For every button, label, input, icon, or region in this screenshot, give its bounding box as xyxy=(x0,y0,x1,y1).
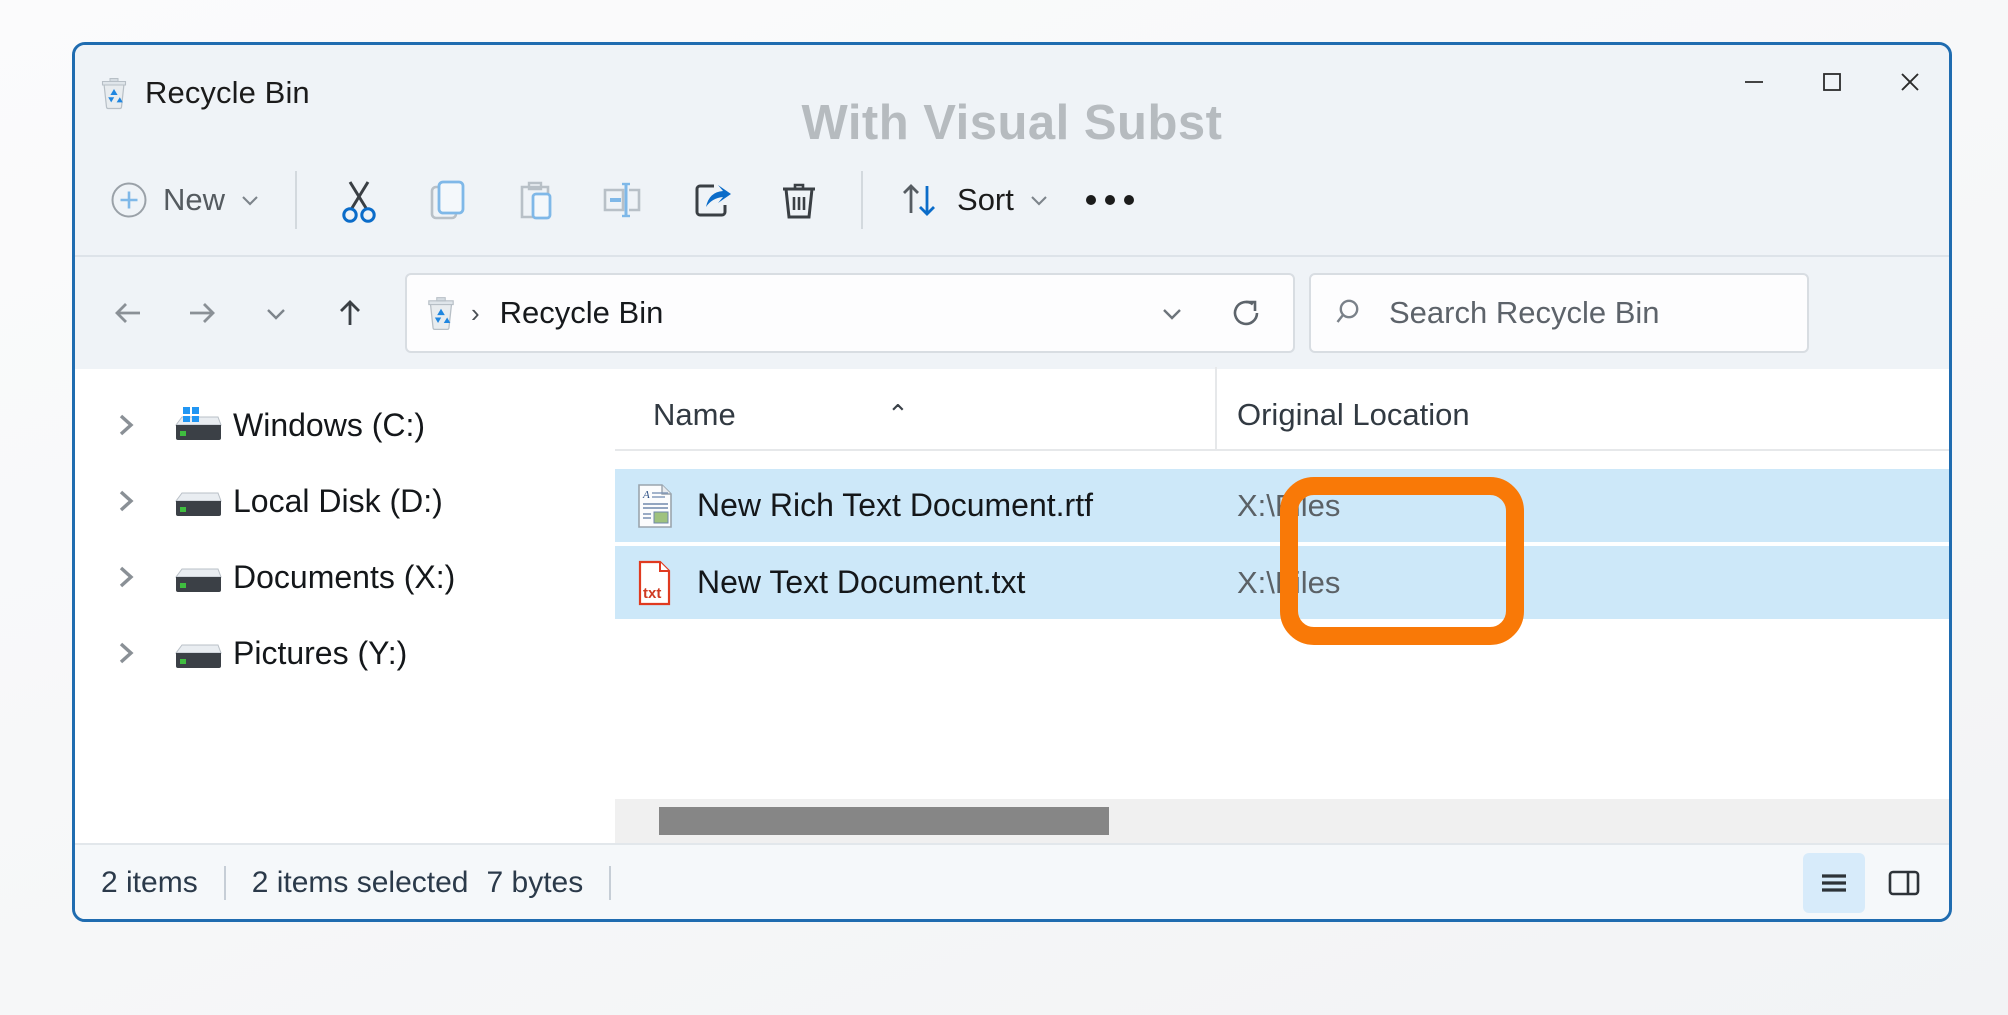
rtf-file-icon: A xyxy=(635,483,675,529)
original-location-cell: X:\Files xyxy=(1237,564,1341,600)
breadcrumb[interactable]: Recycle Bin xyxy=(500,295,664,331)
column-header-original-location-label: Original Location xyxy=(1237,397,1470,432)
sidebar-item-local-disk-d[interactable]: Local Disk (D:) xyxy=(75,463,615,539)
command-bar-divider-2 xyxy=(861,171,864,229)
txt-file-icon: txt xyxy=(635,560,675,606)
trash-icon xyxy=(773,174,825,226)
sidebar-item-windows-c[interactable]: Windows (C:) xyxy=(75,387,615,463)
new-button[interactable]: New xyxy=(93,163,277,237)
navigation-pane: Windows (C:) Local Disk (D:) Documents (… xyxy=(75,369,615,843)
details-view-button[interactable] xyxy=(1803,853,1865,913)
paste-button[interactable] xyxy=(491,163,579,237)
scissors-icon xyxy=(333,174,385,226)
column-header-name[interactable]: Name ⌃ xyxy=(615,397,1215,449)
explorer-body: Windows (C:) Local Disk (D:) Documents (… xyxy=(75,367,1949,843)
column-header-original-location[interactable]: Original Location xyxy=(1215,367,1635,449)
status-bar: 2 items 2 items selected 7 bytes xyxy=(75,843,1949,919)
column-header-name-label: Name xyxy=(653,397,736,432)
status-item-count: 2 items xyxy=(101,866,198,899)
cut-button[interactable] xyxy=(315,163,403,237)
breadcrumb-separator: › xyxy=(471,297,480,328)
window-title: Recycle Bin xyxy=(145,75,310,110)
status-divider-1 xyxy=(223,866,226,900)
rename-icon xyxy=(595,174,651,226)
ellipsis-icon xyxy=(1081,188,1139,212)
command-bar-divider-1 xyxy=(295,171,298,229)
original-location-cell: X:\Files xyxy=(1237,487,1341,523)
sidebar-item-label: Pictures (Y:) xyxy=(233,634,408,671)
recycle-bin-icon xyxy=(97,76,131,110)
drive-windows-icon xyxy=(169,405,225,445)
copy-icon xyxy=(421,174,473,226)
scrollbar-thumb[interactable] xyxy=(659,807,1109,835)
navigation-bar: › Recycle Bin Search Recycle Bin xyxy=(75,257,1949,369)
status-selection-count: 2 items selected xyxy=(251,866,469,899)
sidebar-item-pictures-y[interactable]: Pictures (Y:) xyxy=(75,615,615,691)
refresh-icon[interactable] xyxy=(1209,276,1283,350)
title-bar: Recycle Bin With Visual Subst xyxy=(75,45,1949,150)
see-more-button[interactable] xyxy=(1066,163,1154,237)
search-icon xyxy=(1333,295,1369,331)
chevron-right-icon[interactable] xyxy=(113,636,169,670)
status-divider-2 xyxy=(609,866,612,900)
sidebar-item-documents-x[interactable]: Documents (X:) xyxy=(75,539,615,615)
svg-text:txt: txt xyxy=(643,585,661,602)
copy-button[interactable] xyxy=(403,163,491,237)
preview-pane-button[interactable] xyxy=(1873,853,1935,913)
drive-icon xyxy=(169,481,225,521)
drive-icon xyxy=(169,633,225,673)
address-bar[interactable]: › Recycle Bin xyxy=(405,273,1295,353)
delete-button[interactable] xyxy=(755,163,843,237)
forward-button[interactable] xyxy=(165,276,239,350)
overlay-watermark-label: With Visual Subst xyxy=(801,96,1223,150)
up-button[interactable] xyxy=(313,276,387,350)
title-bar-identity: Recycle Bin xyxy=(97,75,310,111)
maximize-button[interactable] xyxy=(1793,45,1871,119)
svg-text:A: A xyxy=(642,489,650,501)
address-chevron-down-icon[interactable] xyxy=(1135,276,1209,350)
plus-circle-icon xyxy=(107,178,151,222)
recycle-bin-icon xyxy=(423,295,459,331)
window-controls xyxy=(1715,45,1949,119)
table-row[interactable]: A New Rich Text Document.rtf X:\Files xyxy=(615,469,1949,542)
sidebar-item-label: Local Disk (D:) xyxy=(233,482,443,519)
chevron-right-icon[interactable] xyxy=(113,560,169,594)
share-button[interactable] xyxy=(667,163,755,237)
command-bar: New Sort xyxy=(75,145,1949,257)
recent-locations-button[interactable] xyxy=(239,276,313,350)
chevron-right-icon[interactable] xyxy=(113,484,169,518)
sort-arrows-icon xyxy=(895,175,945,225)
view-switch-group xyxy=(1803,853,1935,913)
file-name-label: New Rich Text Document.rtf xyxy=(697,487,1093,523)
drive-icon xyxy=(169,557,225,597)
sort-button[interactable]: Sort xyxy=(881,163,1066,237)
sort-ascending-caret-icon: ⌃ xyxy=(887,399,909,429)
file-list-pane: Name ⌃ Original Location A New Rich Text… xyxy=(615,367,1949,843)
new-button-label: New xyxy=(163,182,226,217)
share-icon xyxy=(684,174,738,226)
chevron-down-icon xyxy=(237,187,263,213)
chevron-down-icon xyxy=(1026,187,1052,213)
file-list-horizontal-scrollbar[interactable] xyxy=(615,799,1949,843)
rename-button[interactable] xyxy=(579,163,667,237)
file-name-label: New Text Document.txt xyxy=(697,564,1026,600)
sort-button-label: Sort xyxy=(957,182,1014,217)
close-button[interactable] xyxy=(1871,45,1949,119)
column-header-row: Name ⌃ Original Location xyxy=(615,367,1949,451)
paste-icon xyxy=(509,174,561,226)
sidebar-item-label: Documents (X:) xyxy=(233,558,456,595)
file-name-cell[interactable]: A New Rich Text Document.rtf xyxy=(615,483,1215,529)
minimize-button[interactable] xyxy=(1715,45,1793,119)
file-explorer-window: Recycle Bin With Visual Subst New Sort ›… xyxy=(72,42,1952,922)
chevron-right-icon[interactable] xyxy=(113,408,169,442)
search-box[interactable]: Search Recycle Bin xyxy=(1309,273,1809,353)
sidebar-item-label: Windows (C:) xyxy=(233,406,426,443)
status-selection-size: 7 bytes xyxy=(486,866,584,899)
table-row[interactable]: txt New Text Document.txt X:\Files xyxy=(615,546,1949,619)
search-input[interactable]: Search Recycle Bin xyxy=(1389,295,1660,331)
back-button[interactable] xyxy=(91,276,165,350)
screenshot-canvas: Recycle Bin With Visual Subst New Sort ›… xyxy=(0,0,2008,1015)
file-name-cell[interactable]: txt New Text Document.txt xyxy=(615,560,1215,606)
